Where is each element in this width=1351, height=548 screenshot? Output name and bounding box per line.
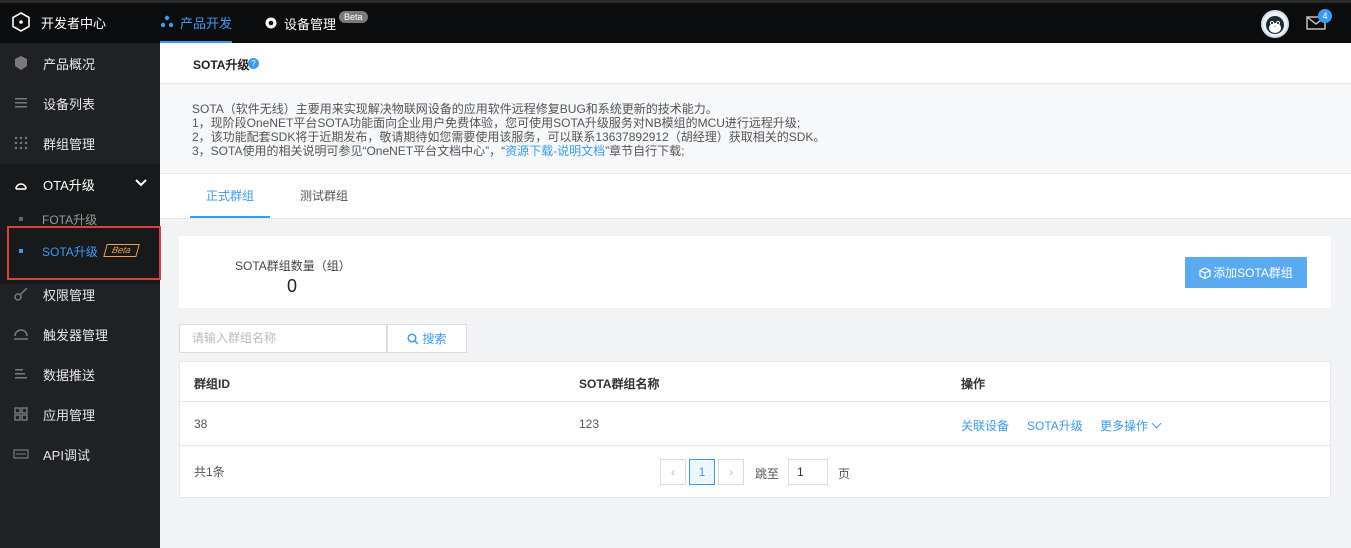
cube-icon	[15, 56, 27, 70]
help-icon[interactable]: ?	[248, 58, 259, 69]
sidebar-item-label: 应用管理	[43, 407, 96, 423]
description-line: 3，SOTA使用的相关说明可参见“OneNET平台文档中心”，“资源下载-说明文…	[192, 142, 684, 159]
sidebar-item-app-mgmt[interactable]: 应用管理	[0, 394, 160, 434]
sidebar-item-label: API调试	[43, 447, 90, 463]
nav-device-mgmt[interactable]: 设备管理 Beta	[264, 3, 368, 43]
avatar-icon	[1266, 16, 1284, 34]
table-header: 群组ID SOTA群组名称 操作	[180, 362, 1330, 402]
brand-title: 开发者中心	[41, 15, 107, 31]
chevron-down-icon	[135, 179, 147, 187]
nav-device-mgmt-label: 设备管理	[284, 16, 337, 32]
tab-test-groups[interactable]: 测试群组	[284, 174, 364, 218]
sidebar-item-group-mgmt[interactable]: 群组管理	[0, 123, 160, 163]
link-associate-devices[interactable]: 关联设备	[961, 417, 1009, 434]
tab-formal-groups[interactable]: 正式群组	[190, 174, 270, 218]
group-count-label: SOTA群组数量（组）	[235, 259, 351, 273]
sidebar-item-product-overview[interactable]: 产品概况	[0, 43, 160, 83]
ota-icon	[15, 183, 27, 190]
selection-highlight	[7, 226, 161, 280]
nav-product-dev-label: 产品开发	[180, 15, 233, 31]
total-count: 共1条	[194, 465, 225, 479]
sidebar-item-label: 数据推送	[43, 367, 96, 383]
groups-table: 群组ID SOTA群组名称 操作 38 123 关联设备 SOTA升级 更多操作…	[179, 361, 1331, 498]
table-row: 38 123 关联设备 SOTA升级 更多操作	[180, 403, 1330, 446]
add-sota-group-button[interactable]: 添加SOTA群组	[1185, 257, 1307, 288]
column-header-actions: 操作	[961, 377, 986, 391]
page-header: SOTA升级 ?	[160, 43, 1351, 84]
sidebar-item-label: 权限管理	[43, 287, 96, 303]
page-title: SOTA升级	[193, 58, 250, 72]
jump-label: 跳至	[755, 467, 780, 481]
trigger-icon	[14, 329, 28, 340]
mail-count-badge: 4	[1318, 9, 1332, 23]
list-icon	[15, 98, 27, 108]
sidebar-item-label: 群组管理	[43, 136, 96, 152]
column-header-id: 群组ID	[194, 377, 231, 391]
sidebar-subitem-label: FOTA升级	[42, 212, 98, 227]
jump-page-input[interactable]: 1	[788, 459, 828, 485]
search-button[interactable]: 搜索	[387, 324, 467, 353]
page-number-button[interactable]: 1	[689, 459, 715, 485]
api-icon	[13, 449, 29, 459]
resource-download-link[interactable]: 资源下载-说明文档	[505, 144, 605, 158]
grid-icon	[14, 136, 28, 150]
sidebar-item-api-debug[interactable]: API调试	[0, 434, 160, 474]
column-header-name: SOTA群组名称	[579, 377, 660, 391]
sidebar-item-label: 触发器管理	[43, 327, 109, 343]
top-bar: 开发者中心 产品开发 设备管理 Beta 4	[0, 0, 1351, 43]
description-panel: SOTA（软件无线）主要用来实现解决物联网设备的应用软件远程修复BUG和系统更新…	[160, 84, 1351, 174]
key-icon	[14, 287, 28, 301]
sidebar-item-device-list[interactable]: 设备列表	[0, 83, 160, 123]
sidebar-item-label: 设备列表	[43, 96, 96, 112]
user-avatar[interactable]	[1261, 10, 1289, 38]
apps-icon	[14, 407, 28, 421]
link-sota-upgrade[interactable]: SOTA升级	[1027, 417, 1083, 434]
sidebar-item-ota[interactable]: OTA升级	[0, 164, 160, 204]
page-unit-label: 页	[838, 467, 851, 481]
add-sota-group-label: 添加SOTA群组	[1213, 266, 1293, 280]
box-icon	[1199, 266, 1211, 279]
sidebar: 产品概况 设备列表 群组管理 OTA升级 FOTA升级 SOTA升级 Beta …	[0, 43, 160, 548]
summary-card: SOTA群组数量（组） 0 添加SOTA群组	[179, 236, 1331, 308]
sidebar-item-label: OTA升级	[43, 177, 95, 193]
description-text: 3，SOTA使用的相关说明可参见“OneNET平台文档中心”，“	[192, 144, 506, 158]
description-text: ”章节自行下载;	[605, 144, 685, 158]
cell-group-name: 123	[579, 417, 600, 431]
gear-icon	[265, 17, 277, 29]
beta-badge: Beta	[339, 11, 368, 23]
search-icon	[407, 332, 420, 345]
prev-page-button[interactable]: ‹	[660, 459, 686, 485]
next-page-button[interactable]: ›	[718, 459, 744, 485]
group-tabs: 正式群组 测试群组	[160, 174, 1351, 219]
more-actions-label: 更多操作	[1100, 419, 1149, 433]
bullet-icon	[19, 217, 23, 221]
group-search-input[interactable]: 请输入群组名称	[179, 324, 387, 353]
cell-group-id: 38	[194, 417, 208, 431]
more-actions-dropdown[interactable]: 更多操作	[1100, 417, 1162, 434]
brand[interactable]: 开发者中心	[10, 11, 106, 33]
molecule-icon	[160, 15, 174, 28]
sidebar-item-trigger[interactable]: 触发器管理	[0, 314, 160, 354]
sidebar-item-label: 产品概况	[43, 56, 96, 72]
sidebar-item-permission[interactable]: 权限管理	[0, 274, 160, 314]
sidebar-item-data-push[interactable]: 数据推送	[0, 354, 160, 394]
logo-icon	[12, 12, 30, 32]
group-count-value: 0	[287, 276, 298, 296]
push-icon	[15, 369, 27, 379]
nav-product-dev[interactable]: 产品开发	[160, 3, 233, 43]
chevron-down-icon	[1151, 418, 1162, 429]
search-button-label: 搜索	[422, 332, 447, 346]
